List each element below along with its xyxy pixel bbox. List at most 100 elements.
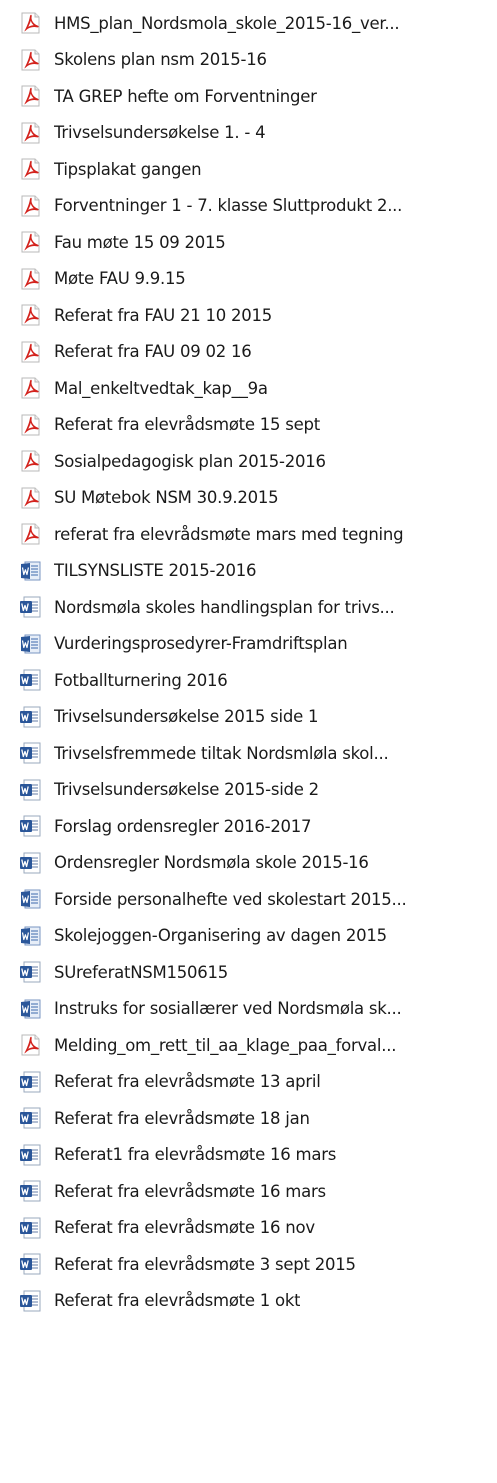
file-item[interactable]: Sosialpedagogisk plan 2015-2016 [18,443,497,479]
file-item[interactable]: Referat fra elevrådsmøte 15 sept [18,407,497,443]
file-item[interactable]: Møte FAU 9.9.15 [18,261,497,297]
file-item[interactable]: Fotballturnering 2016 [18,662,497,698]
file-item[interactable]: Forslag ordensregler 2016-2017 [18,808,497,844]
file-item[interactable]: Referat fra elevrådsmøte 18 jan [18,1100,497,1136]
pdf-icon [21,268,40,289]
file-item[interactable]: Referat fra FAU 21 10 2015 [18,297,497,333]
file-label: Tipsplakat gangen [54,159,202,179]
file-label: Referat1 fra elevrådsmøte 16 mars [54,1145,337,1164]
word-doc-icon [20,742,41,764]
word-doc-icon [20,596,41,618]
file-item[interactable]: Melding_om_rett_til_aa_klage_paa_forval.… [18,1027,497,1063]
file-item[interactable]: Referat fra elevrådsmøte 1 okt [18,1283,497,1319]
word-docx-icon [21,561,41,580]
file-label: Referat fra FAU 21 10 2015 [54,305,272,325]
pdf-icon [21,122,40,143]
pdf-icon [21,450,40,472]
pdf-icon [21,85,40,107]
pdf-icon [21,231,40,253]
word-doc-icon [20,852,41,873]
word-docx-icon [21,999,41,1018]
word-doc-icon [20,1253,41,1275]
file-label: Mal_enkeltvedtak_kap__9a [54,378,268,398]
word-docx-icon [21,926,41,945]
file-item[interactable]: Referat fra elevrådsmøte 16 mars [18,1173,497,1209]
file-item[interactable]: Skolejoggen-Organisering av dagen 2015 [18,918,497,954]
file-label: Ordensregler Nordsmøla skole 2015-16 [54,853,369,872]
file-item[interactable]: Referat fra FAU 09 02 16 [18,334,497,370]
file-label: TILSYNSLISTE 2015-2016 [54,561,257,580]
file-item[interactable]: Ordensregler Nordsmøla skole 2015-16 [18,845,497,881]
word-doc-icon [20,961,41,983]
file-item[interactable]: TA GREP hefte om Forventninger [18,78,497,114]
file-label: Referat fra elevrådsmøte 13 april [54,1072,321,1091]
file-label: Forside personalhefte ved skolestart 201… [54,889,407,909]
file-item[interactable]: Forventninger 1 - 7. klasse Sluttprodukt… [18,188,497,224]
file-item[interactable]: Trivselsundersøkelse 2015 side 1 [18,699,497,735]
file-label: Skolens plan nsm 2015-16 [54,50,267,69]
file-label: Forslag ordensregler 2016-2017 [54,816,312,836]
file-label: Nordsmøla skoles handlingsplan for trivs… [54,597,395,617]
file-item[interactable]: Instruks for sosiallærer ved Nordsmøla s… [18,991,497,1027]
word-doc-icon [20,1071,41,1092]
file-label: Referat fra elevrådsmøte 15 sept [54,415,320,434]
file-label: Melding_om_rett_til_aa_klage_paa_forval.… [54,1035,397,1055]
file-label: Møte FAU 9.9.15 [54,269,186,288]
word-doc-icon [20,1217,41,1238]
file-label: Trivselsundersøkelse 2015-side 2 [54,780,319,799]
file-label: Fotballturnering 2016 [54,670,228,690]
pdf-icon [21,523,40,545]
file-item[interactable]: Skolens plan nsm 2015-16 [18,42,497,78]
file-item[interactable]: Nordsmøla skoles handlingsplan for trivs… [18,589,497,625]
pdf-icon [21,377,40,399]
file-item[interactable]: Referat fra elevrådsmøte 16 nov [18,1210,497,1246]
word-doc-icon [20,815,41,837]
file-label: Vurderingsprosedyrer-Framdriftsplan [54,634,348,653]
file-label: Forventninger 1 - 7. klasse Sluttprodukt… [54,196,403,215]
word-doc-icon [20,1107,41,1129]
word-doc-icon [20,1144,41,1165]
file-label: Referat fra FAU 09 02 16 [54,342,252,361]
file-label: Fau møte 15 09 2015 [54,232,226,252]
file-label: Referat fra elevrådsmøte 16 mars [54,1181,326,1201]
file-label: Skolejoggen-Organisering av dagen 2015 [54,926,387,945]
file-item[interactable]: HMS_plan_Nordsmola_skole_2015-16_ver... [18,5,497,41]
pdf-icon [21,414,40,435]
file-label: Trivselsfremmede tiltak Nordsmløla skol.… [54,743,389,763]
pdf-icon [21,12,40,34]
file-label: SU Møtebok NSM 30.9.2015 [54,488,279,507]
file-label: Trivselsundersøkelse 2015 side 1 [54,707,319,726]
file-label: referat fra elevrådsmøte mars med tegnin… [54,524,404,544]
file-item[interactable]: Fau møte 15 09 2015 [18,224,497,260]
pdf-icon [21,195,40,216]
file-label: Referat fra elevrådsmøte 18 jan [54,1108,310,1128]
file-item[interactable]: Trivselsfremmede tiltak Nordsmløla skol.… [18,735,497,771]
word-doc-icon [20,669,41,691]
file-item[interactable]: Trivselsundersøkelse 1. - 4 [18,115,497,151]
file-label: HMS_plan_Nordsmola_skole_2015-16_ver... [54,13,400,33]
file-item[interactable]: TILSYNSLISTE 2015-2016 [18,553,497,589]
file-item[interactable]: Referat1 fra elevrådsmøte 16 mars [18,1137,497,1173]
file-item[interactable]: Referat fra elevrådsmøte 3 sept 2015 [18,1246,497,1282]
word-doc-icon [20,1180,41,1202]
pdf-icon [21,304,40,326]
word-doc-icon [20,1290,41,1311]
file-item[interactable]: Vurderingsprosedyrer-Framdriftsplan [18,626,497,662]
file-item[interactable]: referat fra elevrådsmøte mars med tegnin… [18,516,497,552]
file-item[interactable]: Trivselsundersøkelse 2015-side 2 [18,772,497,808]
pdf-icon [21,158,40,180]
pdf-icon [21,49,40,70]
file-item[interactable]: Referat fra elevrådsmøte 13 april [18,1064,497,1100]
file-item[interactable]: SUreferatNSM150615 [18,954,497,990]
file-item[interactable]: Mal_enkeltvedtak_kap__9a [18,370,497,406]
word-doc-icon [20,779,41,800]
file-label: Sosialpedagogisk plan 2015-2016 [54,451,326,471]
file-item[interactable]: SU Møtebok NSM 30.9.2015 [18,480,497,516]
file-label: Referat fra elevrådsmøte 16 nov [54,1218,315,1237]
pdf-icon [21,1034,40,1056]
word-doc-icon [20,706,41,727]
file-item[interactable]: Tipsplakat gangen [18,151,497,187]
file-item[interactable]: Forside personalhefte ved skolestart 201… [18,881,497,917]
pdf-icon [21,487,40,508]
word-docx-icon [21,634,41,653]
